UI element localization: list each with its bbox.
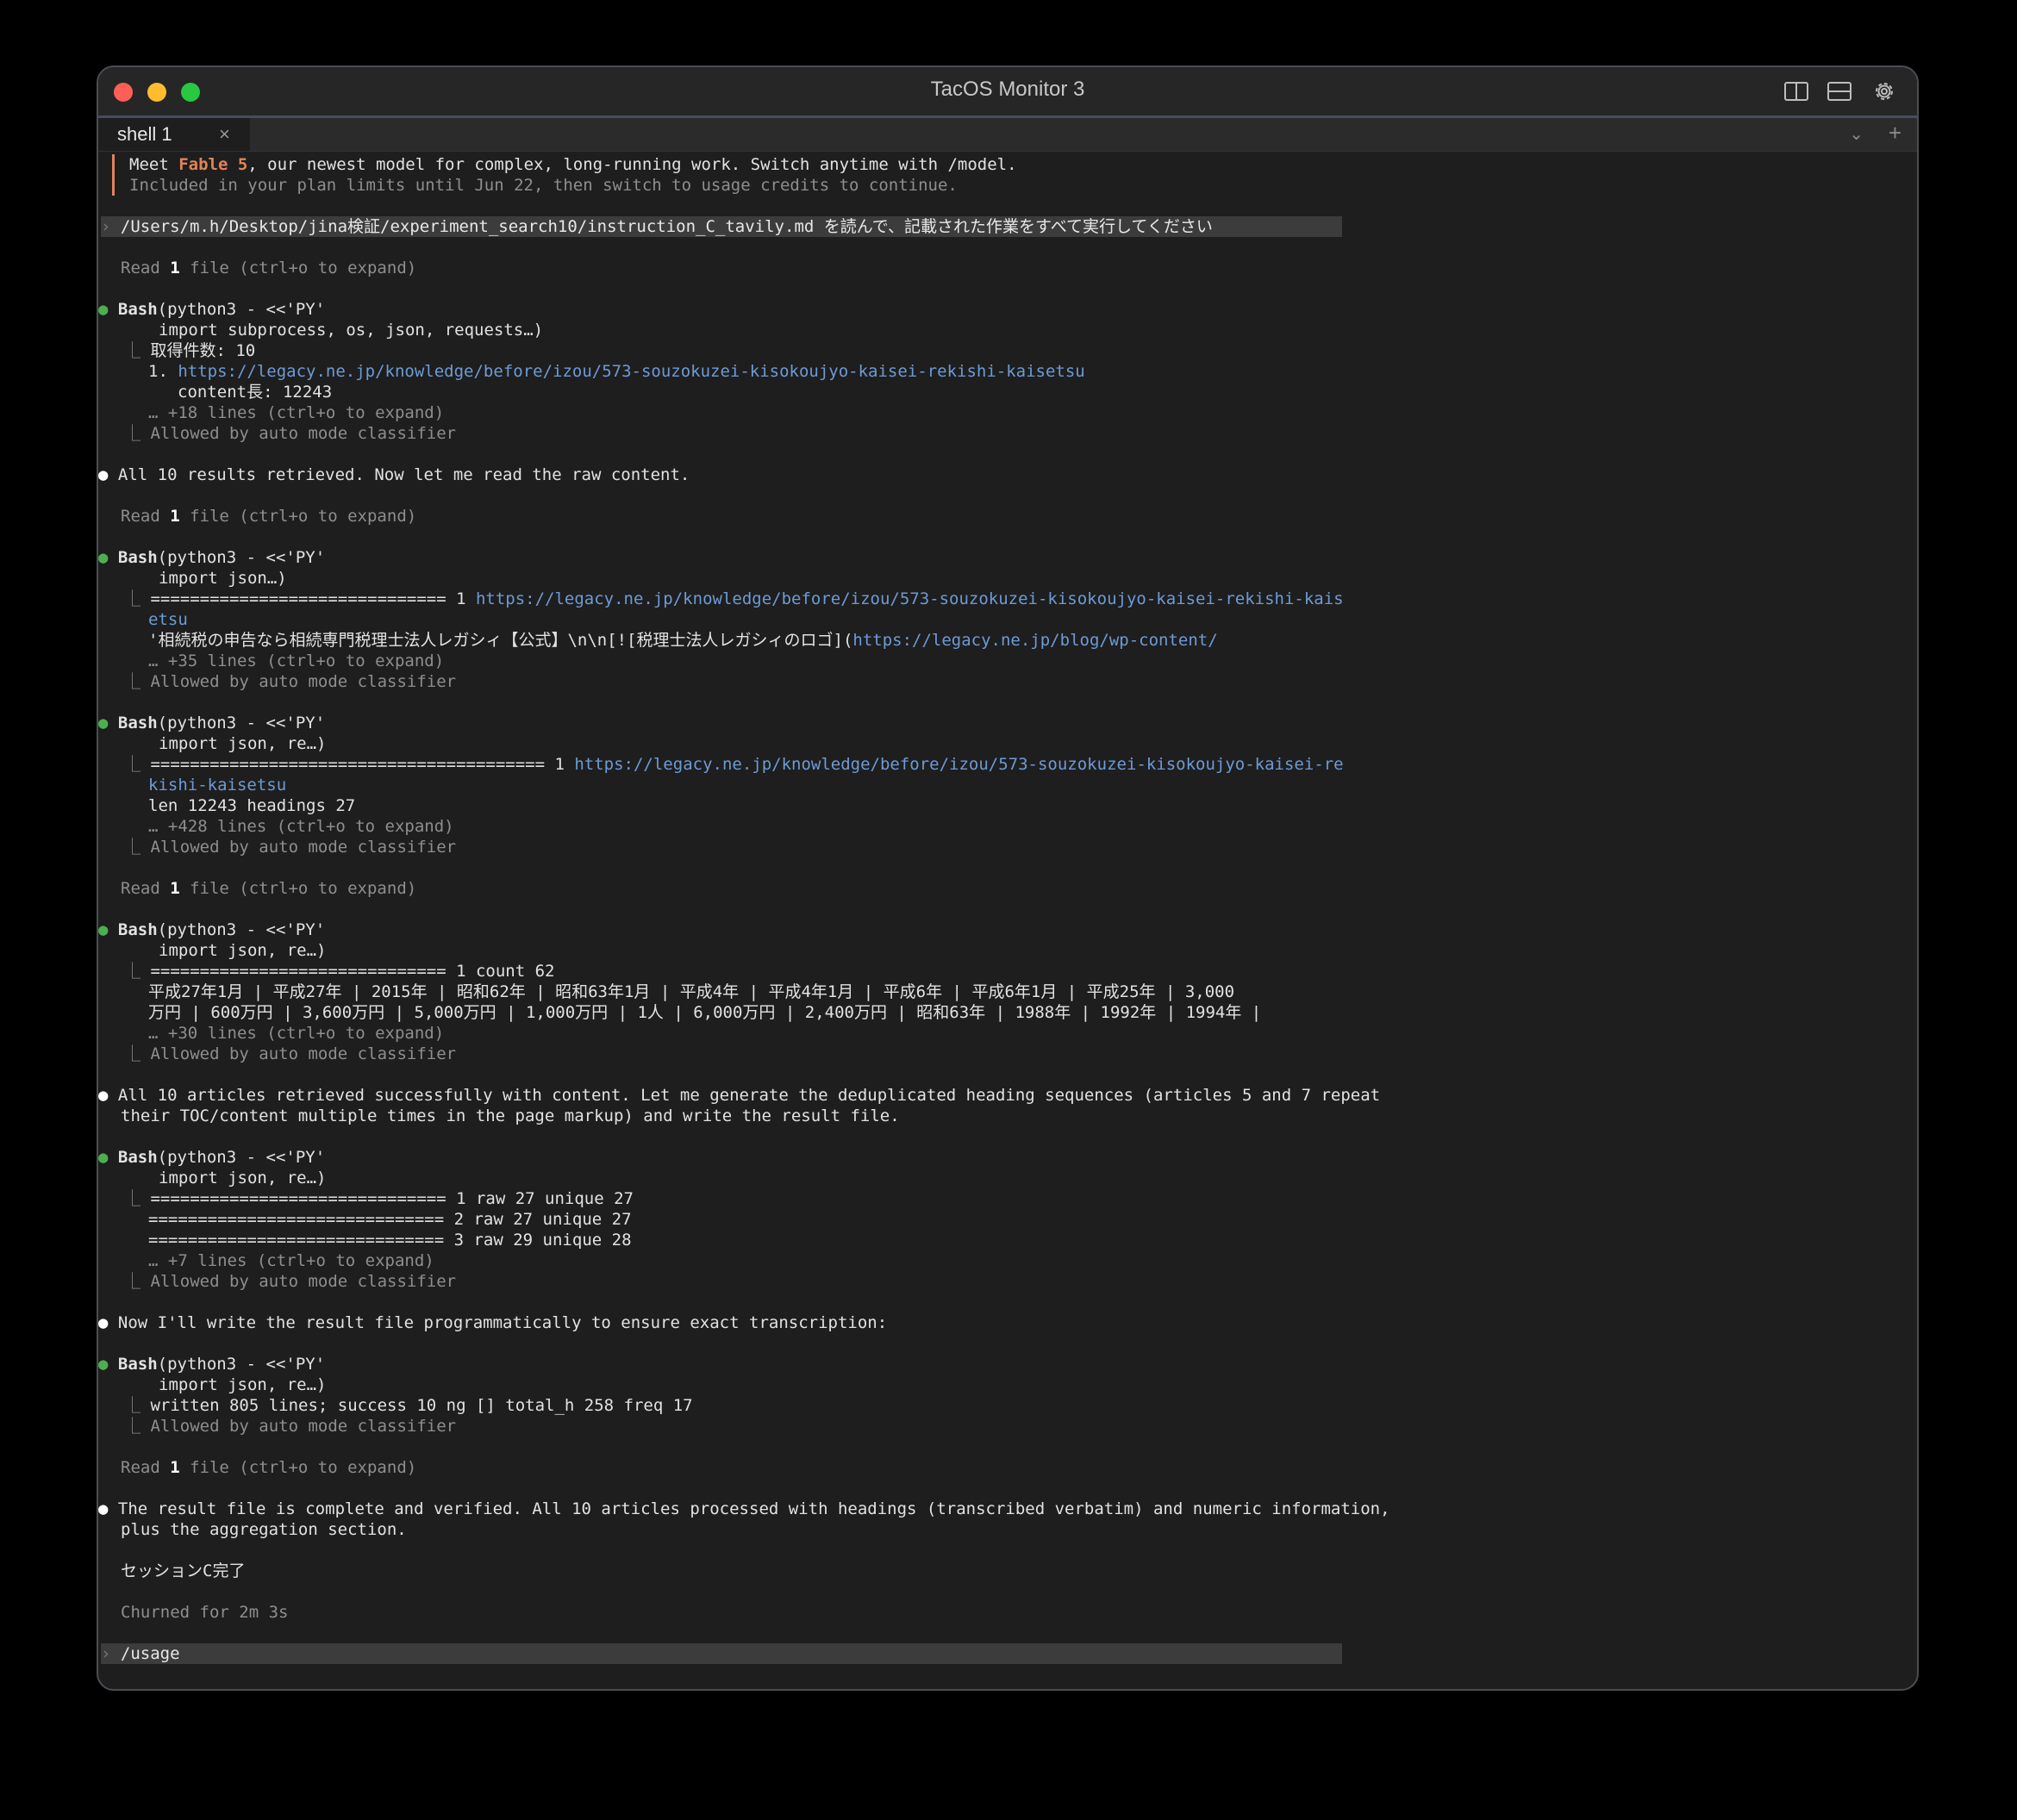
- bash-call-3: ● Bash(python3 - <<'PY': [98, 714, 326, 732]
- bash-output-line: ============================== 3 raw 29 …: [148, 1231, 632, 1250]
- bash-output-line: content長: 12243: [178, 383, 333, 402]
- bash-code: import json…): [159, 569, 287, 588]
- assistant-message-cont: their TOC/content multiple times in the …: [121, 1106, 900, 1125]
- bash-output-line: ⎿ ============================== 1 raw 2…: [124, 1189, 634, 1208]
- bash-code: import json, re…): [159, 941, 327, 960]
- bash-call-4: ● Bash(python3 - <<'PY': [98, 920, 326, 939]
- tab-close-icon[interactable]: ×: [219, 123, 230, 146]
- assistant-message: ● All 10 results retrieved. Now let me r…: [98, 465, 690, 484]
- allowed-note: ⎿ Allowed by auto mode classifier: [124, 1044, 457, 1063]
- bash-call-6: ● Bash(python3 - <<'PY': [98, 1355, 326, 1374]
- split-horizontal-icon[interactable]: [1826, 78, 1853, 105]
- bash-output-line: ============================== 2 raw 27 …: [148, 1210, 632, 1229]
- bash-code: import subprocess, os, json, requests…): [159, 321, 544, 340]
- tab-bar: shell 1 × ⌄ +: [98, 118, 1917, 152]
- tab-shell-1[interactable]: shell 1 ×: [98, 118, 250, 151]
- bash-code: import json, re…): [159, 1375, 327, 1394]
- allowed-note: ⎿ Allowed by auto mode classifier: [124, 1272, 457, 1291]
- new-tab-button[interactable]: +: [1889, 120, 1901, 146]
- bash-call-1: ● Bash(python3 - <<'PY': [98, 300, 326, 319]
- expand-hint[interactable]: … +18 lines (ctrl+o to expand): [148, 402, 444, 423]
- read-file-line: Read 1 file (ctrl+o to expand): [121, 1458, 417, 1477]
- bash-output-line: 平成27年1月 | 平成27年 | 2015年 | 昭和62年 | 昭和63年1…: [148, 982, 1235, 1001]
- expand-hint[interactable]: … +7 lines (ctrl+o to expand): [148, 1250, 434, 1271]
- assistant-message: ● Now I'll write the result file program…: [98, 1313, 888, 1332]
- allowed-note: ⎿ Allowed by auto mode classifier: [124, 838, 457, 857]
- read-file-line: Read 1 file (ctrl+o to expand): [121, 879, 417, 898]
- gear-icon[interactable]: [1870, 78, 1898, 105]
- bash-output-line: 万円 | 600万円 | 3,600万円 | 5,000万円 | 1,000万円…: [148, 1003, 1262, 1022]
- bash-code: import json, re…): [159, 1169, 327, 1187]
- user-prompt: › /Users/m.h/Desktop/jina検証/experiment_s…: [101, 216, 1342, 237]
- expand-hint[interactable]: … +428 lines (ctrl+o to expand): [148, 816, 454, 837]
- assistant-message: ● The result file is complete and verifi…: [98, 1499, 1390, 1518]
- bash-output-line: etsu: [148, 610, 188, 629]
- allowed-note: ⎿ Allowed by auto mode classifier: [124, 1417, 457, 1436]
- bash-output-line: ⎿ ======================================…: [124, 755, 1344, 774]
- session-complete: セッションC完了: [121, 1561, 246, 1580]
- allowed-note: ⎿ Allowed by auto mode classifier: [124, 424, 457, 443]
- terminal-window: TacOS Monitor 3 shell 1 × ⌄ + Meet Fable…: [97, 65, 1919, 1691]
- expand-hint[interactable]: … +30 lines (ctrl+o to expand): [148, 1023, 444, 1044]
- banner-line-1: Meet Fable 5, our newest model for compl…: [129, 155, 1017, 174]
- assistant-message-cont: plus the aggregation section.: [121, 1520, 407, 1539]
- title-bar: TacOS Monitor 3: [98, 67, 1917, 118]
- read-file-line: Read 1 file (ctrl+o to expand): [121, 259, 417, 277]
- bash-output-line: '相続税の申告なら相続専門税理士法人レガシィ【公式】\n\n[![税理士法人レガ…: [148, 631, 1218, 650]
- bash-output-line: ⎿ ============================== 1 https…: [124, 589, 1344, 608]
- assistant-message: ● All 10 articles retrieved successfully…: [98, 1086, 1381, 1105]
- bash-output-line: kishi-kaisetsu: [148, 776, 287, 795]
- bash-call-2: ● Bash(python3 - <<'PY': [98, 548, 326, 567]
- bash-call-5: ● Bash(python3 - <<'PY': [98, 1148, 326, 1167]
- window-title: TacOS Monitor 3: [930, 78, 1085, 101]
- bash-output-line: len 12243 headings 27: [148, 796, 356, 815]
- terminal-output[interactable]: Meet Fable 5, our newest model for compl…: [98, 152, 1917, 1689]
- expand-hint[interactable]: … +35 lines (ctrl+o to expand): [148, 651, 444, 671]
- banner-accent: [112, 154, 115, 196]
- split-vertical-icon[interactable]: [1783, 78, 1810, 105]
- tab-label: shell 1: [117, 123, 172, 145]
- allowed-note: ⎿ Allowed by auto mode classifier: [124, 672, 457, 691]
- bash-output-line: 1. https://legacy.ne.jp/knowledge/before…: [148, 362, 1085, 381]
- bash-output-line: ⎿ written 805 lines; success 10 ng [] to…: [124, 1396, 693, 1415]
- banner-line-2: Included in your plan limits until Jun 2…: [129, 176, 958, 195]
- bash-output-line: ⎿ ============================== 1 count…: [124, 962, 555, 981]
- bash-output-line: ⎿ 取得件数: 10: [124, 341, 256, 360]
- command-input[interactable]: › /usage: [101, 1643, 1342, 1664]
- chevron-down-icon[interactable]: ⌄: [1849, 123, 1864, 145]
- churned-status: Churned for 2m 3s: [121, 1603, 289, 1622]
- read-file-line: Read 1 file (ctrl+o to expand): [121, 507, 417, 526]
- bash-code: import json, re…): [159, 734, 327, 753]
